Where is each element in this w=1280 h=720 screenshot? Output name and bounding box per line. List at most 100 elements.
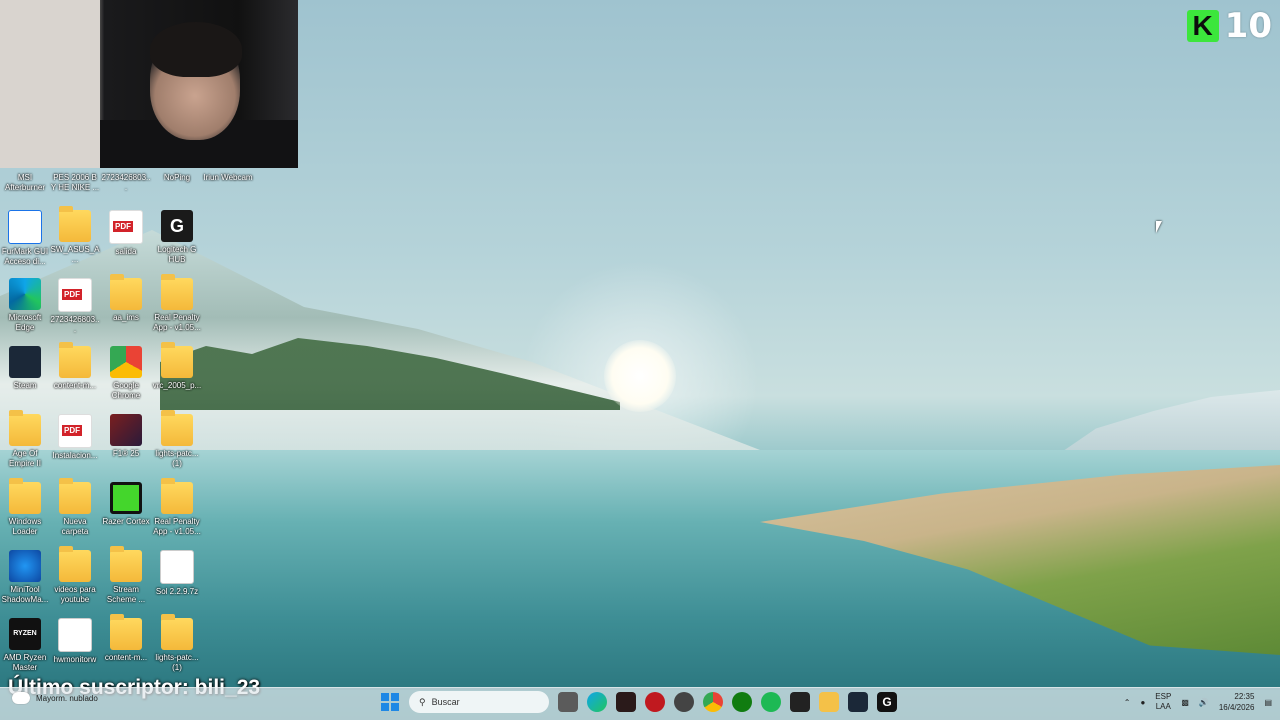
desktop-icon[interactable]: PDF 2723426803... [50,278,100,335]
desktop-icon[interactable]: F1® 25 [101,414,151,459]
desktop-icon-label: Microsoft Edge [8,313,42,332]
folder-icon [161,614,193,650]
language-code: ESP [1155,692,1172,701]
microphone-icon[interactable]: ● [1140,698,1145,707]
obs-icon[interactable] [674,692,694,712]
clock-date: 16/4/2026 [1218,703,1255,712]
desktop-icon-label: 2723426803... [101,173,151,192]
steam-icon [9,346,41,378]
msi-afterburner-icon[interactable] [616,692,636,712]
desktop-icon[interactable]: Real Penalty App - v1.05... [152,478,202,537]
desktop-icon[interactable]: Age Of Empire II [0,410,50,469]
desktop-icon-label: SW_ASUS_A... [50,245,100,264]
file-gear-icon [58,618,92,652]
windows-start-icon[interactable] [380,692,400,712]
desktop-icon[interactable]: Nueva carpeta [50,478,100,537]
desktop-icon-label: Google Chrome [111,381,141,400]
desktop-icon-label: aa_ims [113,313,139,322]
desktop-icon-label: Steam [13,381,37,390]
desktop-icon-label: vrc_2005_p... [152,381,202,390]
folder-icon [110,274,142,310]
desktop-icon[interactable]: SW_ASUS_A... [50,206,100,265]
steam-taskbar-icon[interactable] [848,692,868,712]
folder-icon [161,274,193,310]
epic-games-icon[interactable] [790,692,810,712]
desktop-icon-label: 2723426803... [50,315,100,334]
desktop-icon[interactable]: Microsoft Edge [0,278,50,333]
xbox-icon[interactable] [732,692,752,712]
chevron-up-icon[interactable]: ⌃ [1124,698,1131,707]
desktop-icon-label: content-m... [104,653,148,662]
cloud-icon [12,692,30,704]
desktop-icon[interactable]: Iriun Webcam [203,170,253,183]
desktop-icon[interactable]: MiniTool ShadowMa... [0,550,50,605]
desktop-icon[interactable]: MSI Afterburner [0,170,50,193]
desktop-icon[interactable]: Razer Cortex [101,482,151,527]
taskbar-search[interactable]: ⚲ Buscar [409,691,549,713]
desktop-icon-label: Sol 2.2.9.7z [155,587,199,596]
desktop-icon[interactable]: Google Chrome [101,346,151,401]
desktop-icon[interactable]: PES 2006 B Y HE NIKE ... [50,170,100,193]
folder-icon [59,342,91,378]
webcam-background-door [0,0,100,168]
k-logo-icon: K [1186,10,1219,42]
spotify-icon[interactable] [761,692,781,712]
network-icon[interactable]: ▩ [1181,698,1189,707]
weather-widget[interactable]: Mayorm. nublado [12,692,98,704]
desktop-icon[interactable]: G Logitech G HUB [152,210,202,265]
desktop-icon[interactable]: vrc_2005_p... [152,342,202,391]
desktop-icon[interactable]: FurMark GUI Acceso di... [0,210,50,267]
desktop-icon[interactable]: videos para youtube [50,546,100,605]
desktop-icon-label: MiniTool ShadowMa... [1,585,49,604]
desktop-icon[interactable]: lights-patc... (1) [152,410,202,469]
desktop-icon-label: NoPing [163,173,191,182]
logitech-taskbar-icon[interactable]: G [877,692,897,712]
desktop-icon[interactable]: Steam [0,346,50,391]
desktop-icon-label: MSI Afterburner [4,173,46,192]
task-view-icon[interactable] [558,692,578,712]
desktop-icon-label: Real Penalty App - v1.05... [153,517,201,536]
edge-taskbar-icon[interactable] [587,692,607,712]
desktop-icon[interactable]: hwmonitorw [50,618,100,665]
desktop-icon[interactable]: Real Penalty App - v1.05... [152,274,202,333]
search-icon: ⚲ [419,696,426,707]
folder-icon [110,614,142,650]
folder-icon [59,546,91,582]
desktop-icon[interactable]: Stream Scheme ... [101,546,151,605]
desktop-icon[interactable]: RYZEN AMD Ryzen Master [0,618,50,673]
desktop-icon[interactable]: NoPing [152,170,202,183]
folder-icon [110,546,142,582]
search-placeholder: Buscar [431,697,460,707]
folder-icon [161,342,193,378]
desktop-icon[interactable]: lights-patc... (1) [152,614,202,673]
desktop-icon[interactable]: 2723426803... [101,170,151,193]
desktop-icon[interactable]: Sol 2.2.9.7z [152,550,202,597]
desktop-icon-label: AMD Ryzen Master [3,653,47,672]
desktop-icon-label: content-m... [53,381,97,390]
desktop-icon-label: Windows Loader [8,517,42,536]
desktop-icon[interactable]: PDF Instalacion... [50,414,100,461]
desktop-icon-label: salida [115,247,137,256]
desktop-icon-label: Instalacion... [52,451,98,460]
desktop-icon[interactable]: content-m... [101,614,151,663]
desktop-icon[interactable]: PDF salida [101,210,151,257]
volume-icon[interactable]: 🔊 [1199,698,1209,707]
desktop-icon-label: Logitech G HUB [157,245,197,264]
pdf-icon: PDF [109,210,143,244]
desktop-icon[interactable]: aa_ims [101,274,151,323]
file-explorer-icon[interactable] [819,692,839,712]
language-indicator[interactable]: ESP LAA [1155,692,1171,712]
channel-logo: K 10 [1186,6,1272,46]
desktop-icon[interactable]: content-m... [50,342,100,391]
clock-time: 22:35 [1234,692,1255,701]
clock[interactable]: 22:35 16/4/2026 [1219,691,1255,713]
notification-icon[interactable]: ▤ [1264,698,1272,707]
red-app-icon[interactable] [645,692,665,712]
chrome-taskbar-icon[interactable] [703,692,723,712]
webcam-person-hair [150,22,242,77]
desktop-icon-label: F1® 25 [112,449,140,458]
keyboard-layout: LAA [1155,702,1171,711]
folder-icon [9,478,41,514]
desktop-icon[interactable]: Windows Loader [0,478,50,537]
desktop-icon-label: videos para youtube [54,585,96,604]
